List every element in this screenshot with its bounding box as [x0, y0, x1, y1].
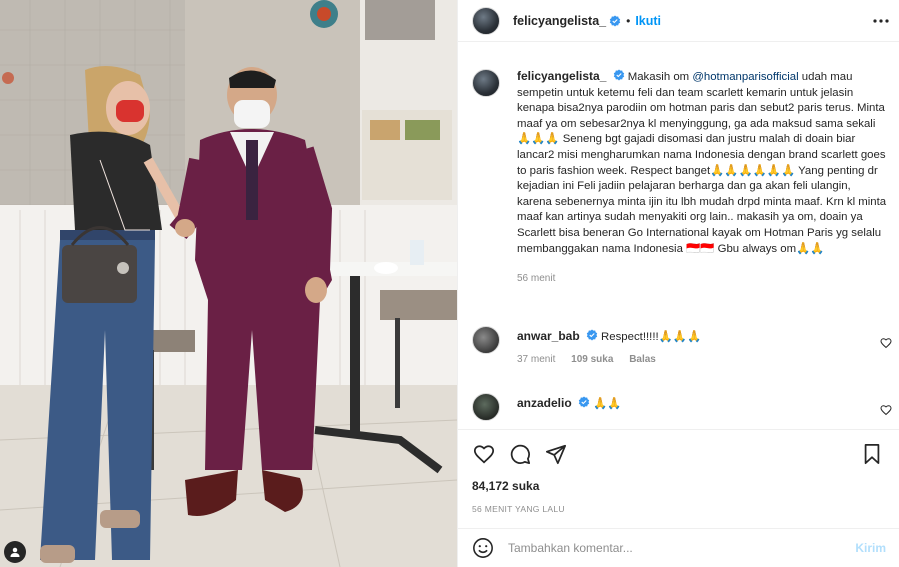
- post-comment-button[interactable]: Kirim: [855, 541, 886, 555]
- post-actions: 84,172 suka 56 MENIT YANG LALU: [458, 429, 899, 528]
- follow-button[interactable]: Ikuti: [635, 14, 661, 28]
- comment-username[interactable]: anzadelio: [517, 396, 572, 410]
- header-separator: •: [626, 13, 631, 28]
- comment-username[interactable]: anwar_bab: [517, 329, 580, 343]
- comment-time[interactable]: 37 menit: [517, 354, 555, 365]
- post-timestamp[interactable]: 56 MENIT YANG LALU: [472, 504, 565, 514]
- comment-like-heart-icon[interactable]: [880, 337, 892, 349]
- avatar[interactable]: [472, 6, 500, 35]
- comments-list[interactable]: felicyangelista_ Makasih om @hotmanparis…: [458, 43, 899, 429]
- more-horizontal-icon[interactable]: [872, 12, 890, 30]
- add-comment-bar: Kirim: [458, 528, 899, 567]
- comment-reply-button[interactable]: Balas: [629, 354, 656, 365]
- comment-icon[interactable]: [508, 442, 532, 466]
- bookmark-icon[interactable]: [860, 442, 884, 466]
- comment-text: Respect!!!!!🙏🙏🙏: [601, 331, 702, 343]
- verified-badge-icon: [578, 396, 590, 408]
- post-details-panel: felicyangelista_ • Ikuti felicyangelista…: [457, 0, 899, 567]
- post-caption: felicyangelista_ Makasih om @hotmanparis…: [472, 69, 887, 287]
- caption-time[interactable]: 56 menit: [517, 271, 887, 287]
- comment-like-heart-icon[interactable]: [880, 404, 892, 416]
- comment-item: anwar_bab Respect!!!!!🙏🙏🙏 37 menit 109 s…: [472, 326, 892, 365]
- comment-text: 🙏🙏: [593, 398, 622, 410]
- caption-avatar[interactable]: [472, 69, 500, 97]
- comment-likes[interactable]: 109 suka: [571, 354, 613, 365]
- header-username[interactable]: felicyangelista_: [513, 14, 606, 28]
- comment-avatar[interactable]: [472, 393, 500, 421]
- verified-badge-icon: [609, 15, 621, 26]
- caption-mention-link[interactable]: @hotmanparisofficial: [692, 71, 798, 83]
- caption-text-rest: udah mau sempetin untuk ketemu feli dan …: [517, 71, 887, 255]
- caption-username[interactable]: felicyangelista_: [517, 69, 606, 83]
- post-header: felicyangelista_ • Ikuti: [458, 0, 899, 42]
- comment-avatar[interactable]: [472, 326, 500, 354]
- comment-item: anzadelio 🙏🙏: [472, 393, 892, 421]
- heart-icon[interactable]: [472, 442, 496, 466]
- post-photo-illustration: [0, 0, 457, 567]
- verified-badge-icon: [613, 69, 624, 81]
- caption-text-start: Makasih om: [627, 71, 693, 83]
- share-icon[interactable]: [544, 442, 568, 466]
- likes-count[interactable]: 84,172 suka: [472, 479, 539, 493]
- verified-badge-icon: [586, 329, 598, 341]
- user-tag-icon[interactable]: [4, 541, 26, 563]
- emoji-icon[interactable]: [472, 537, 494, 559]
- comment-input[interactable]: [508, 541, 848, 555]
- post-image[interactable]: [0, 0, 457, 567]
